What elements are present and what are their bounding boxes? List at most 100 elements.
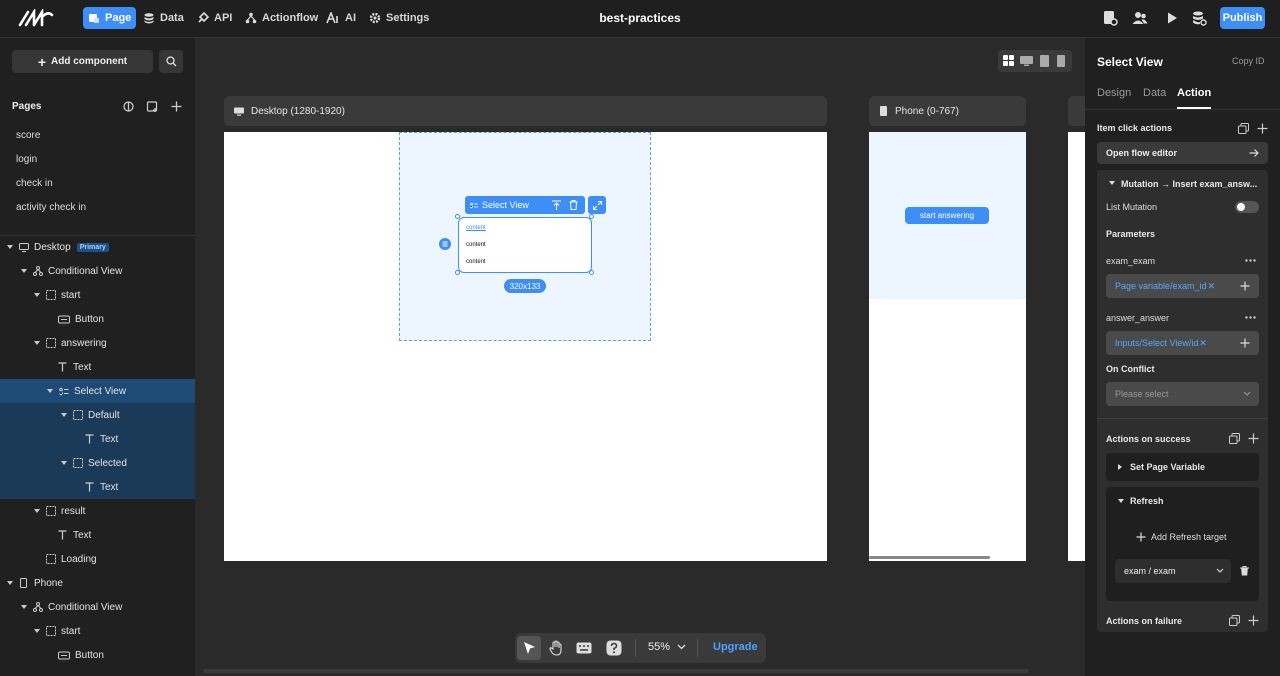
add-folder-icon[interactable] (146, 100, 159, 113)
copy-icon[interactable] (1229, 433, 1240, 444)
refresh-title[interactable]: Refresh (1130, 496, 1164, 506)
database-settings-icon[interactable] (1191, 10, 1209, 28)
tree-item-text[interactable]: Text (0, 475, 195, 499)
tab-design[interactable]: Design (1097, 87, 1131, 99)
search-button[interactable] (159, 50, 183, 73)
resize-handle[interactable] (589, 214, 594, 219)
caret-right-icon[interactable] (1118, 464, 1123, 470)
tablet-icon[interactable] (1040, 55, 1049, 67)
pointer-tool[interactable] (517, 636, 541, 660)
tree-item-text[interactable]: Text (0, 355, 195, 379)
nav-settings[interactable]: Settings (364, 7, 434, 29)
caret-down-icon[interactable] (20, 267, 28, 275)
page-settings-icon[interactable] (122, 100, 135, 113)
select-view-toolbar[interactable]: Select View (465, 196, 585, 214)
tree-item-selected[interactable]: Selected (0, 451, 195, 475)
document-settings-icon[interactable] (1102, 10, 1120, 28)
nav-ai[interactable]: AI (321, 7, 361, 29)
caret-down-icon[interactable] (6, 579, 14, 587)
refresh-target-select[interactable]: exam / exam (1115, 559, 1231, 583)
set-page-variable-action[interactable]: Set Page Variable (1106, 453, 1259, 481)
add-component-button[interactable]: + Add component (12, 50, 153, 73)
phone-frame[interactable]: start answering (869, 132, 1026, 561)
list-mutation-toggle[interactable] (1235, 201, 1259, 213)
tree-item-select-view[interactable]: Select View (0, 379, 195, 403)
add-icon[interactable] (1257, 123, 1268, 134)
more-icon[interactable] (1245, 259, 1256, 262)
tab-data[interactable]: Data (1143, 87, 1166, 99)
caret-down-icon[interactable] (1118, 499, 1124, 504)
publish-button[interactable]: Publish (1220, 7, 1265, 29)
canvas[interactable]: Desktop (1280-1920) Select View content … (195, 38, 1085, 676)
layout-handle[interactable] (439, 238, 451, 250)
on-conflict-select[interactable]: Please select (1106, 382, 1259, 406)
tree-item-start[interactable]: start (0, 283, 195, 307)
add-icon[interactable] (1248, 615, 1259, 626)
caret-down-icon[interactable] (33, 291, 41, 299)
caret-down-icon[interactable] (46, 387, 54, 395)
upgrade-link[interactable]: Upgrade (713, 641, 758, 653)
tree-item-button[interactable]: Button (0, 643, 195, 667)
mutation-title[interactable]: Mutation → Insert exam_answ... (1121, 179, 1267, 189)
add-icon[interactable] (1248, 433, 1259, 444)
resize-handle[interactable] (455, 214, 460, 219)
keyboard-tool[interactable] (576, 642, 592, 654)
caret-down-icon[interactable] (33, 339, 41, 347)
nav-data[interactable]: Data (138, 7, 189, 29)
clear-icon[interactable]: ✕ (1208, 281, 1216, 292)
resize-handle[interactable] (589, 270, 594, 275)
copy-icon[interactable] (1238, 123, 1249, 134)
help-button[interactable] (606, 640, 622, 656)
tree-item-conditional-view[interactable]: Conditional View (0, 595, 195, 619)
caret-down-icon[interactable] (6, 243, 14, 251)
play-icon[interactable] (1164, 10, 1182, 28)
open-flow-editor-button[interactable]: Open flow editor (1097, 142, 1268, 164)
caret-down-icon[interactable] (20, 603, 28, 611)
tree-item-loading[interactable]: Loading (0, 547, 195, 571)
param-value-field[interactable]: Inputs/Select View/id ✕ (1106, 331, 1259, 355)
add-page-icon[interactable] (170, 100, 183, 113)
expand-button[interactable] (588, 196, 606, 214)
copy-id-button[interactable]: Copy ID (1232, 56, 1265, 66)
add-icon[interactable] (1240, 281, 1250, 291)
page-item-login[interactable]: login (16, 154, 37, 165)
caret-down-icon[interactable] (33, 627, 41, 635)
caret-down-icon[interactable] (33, 507, 41, 515)
page-item-activity-check-in[interactable]: activity check in (16, 202, 86, 213)
select-view[interactable]: content content content (458, 217, 592, 273)
tree-item-phone[interactable]: Phone (0, 571, 195, 595)
users-icon[interactable] (1132, 10, 1150, 28)
all-devices-icon[interactable] (1003, 55, 1014, 66)
tree-item-text[interactable]: Text (0, 523, 195, 547)
copy-icon[interactable] (1229, 615, 1240, 626)
tab-action[interactable]: Action (1177, 87, 1211, 99)
tablet-frame-header[interactable] (1068, 96, 1085, 126)
tree-item-desktop[interactable]: Desktop Primary (0, 235, 195, 259)
trash-icon[interactable] (1240, 566, 1249, 576)
phone-frame-header[interactable]: Phone (0-767) (869, 96, 1026, 126)
horizontal-scrollbar[interactable] (203, 669, 1029, 673)
add-refresh-target-button[interactable]: Add Refresh target (1136, 532, 1227, 542)
tablet-frame[interactable] (1068, 132, 1085, 561)
caret-down-icon[interactable] (1109, 181, 1115, 186)
more-icon[interactable] (1245, 316, 1256, 319)
tree-item-start[interactable]: start (0, 619, 195, 643)
select-item[interactable]: content (466, 259, 486, 265)
tree-item-text[interactable]: Text (0, 427, 195, 451)
trash-icon[interactable] (569, 200, 578, 210)
tree-item-result[interactable]: result (0, 499, 195, 523)
select-item-selected[interactable]: content (466, 225, 486, 231)
param-value-field[interactable]: Page variable/exam_id ✕ (1106, 274, 1259, 298)
caret-down-icon[interactable] (60, 459, 68, 467)
desktop-frame-header[interactable]: Desktop (1280-1920) (224, 96, 827, 126)
nav-page[interactable]: Page (83, 7, 137, 29)
tree-item-button[interactable]: Button (0, 307, 195, 331)
phone-icon[interactable] (1057, 55, 1065, 67)
hand-tool[interactable] (549, 640, 564, 656)
desktop-frame[interactable]: Select View content content content 320x… (224, 132, 827, 561)
desktop-icon[interactable] (1020, 56, 1033, 66)
tree-item-answering[interactable]: answering (0, 331, 195, 355)
tree-item-default[interactable]: Default (0, 403, 195, 427)
tree-item-conditional-view[interactable]: Conditional View (0, 259, 195, 283)
zoom-select[interactable]: 55% (648, 641, 686, 653)
